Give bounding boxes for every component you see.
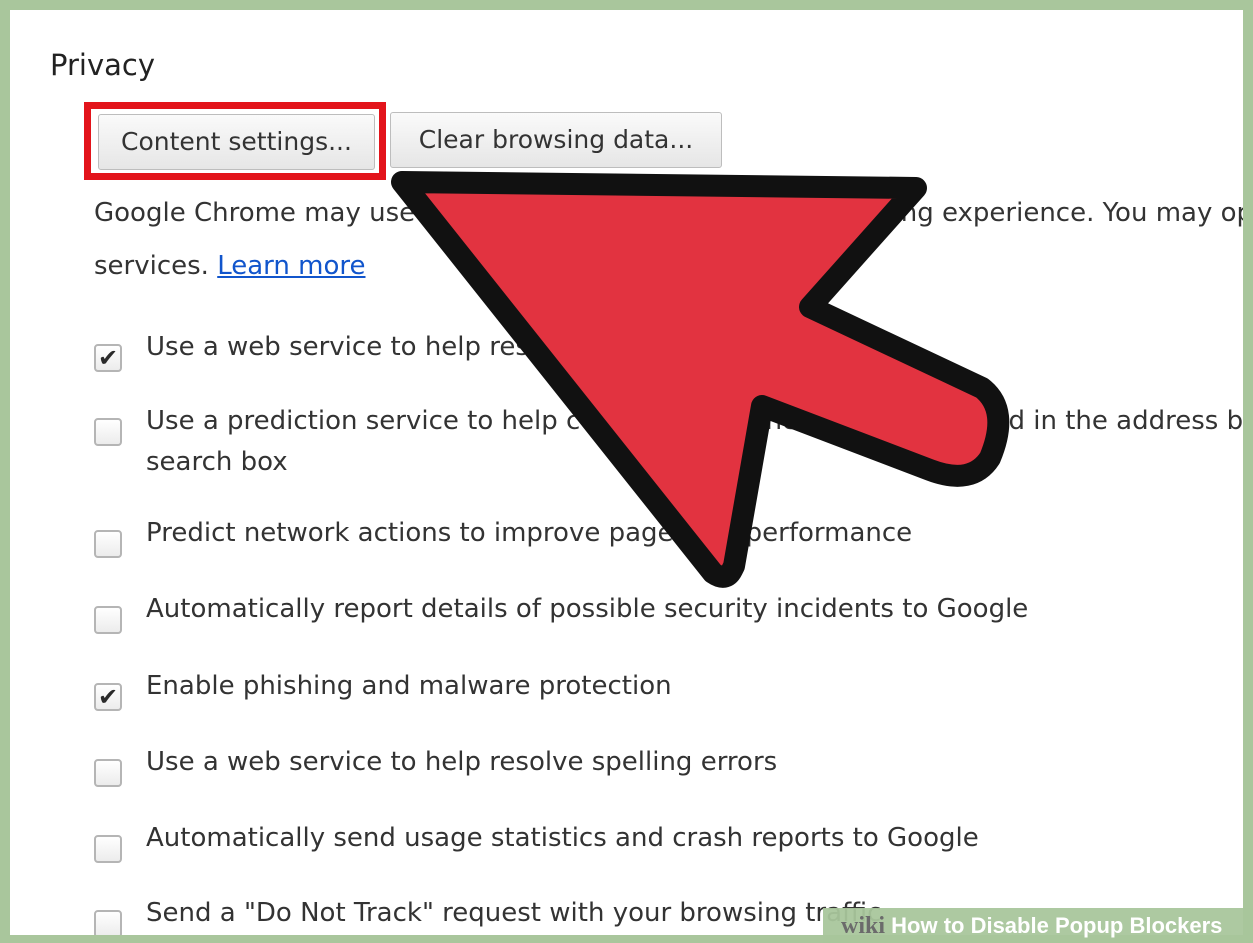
wikihow-logo: wiki <box>841 913 886 939</box>
privacy-settings-panel: Privacy Content settings... Clear browsi… <box>10 10 1243 935</box>
watermark-title: How to Disable Popup Blockers <box>891 913 1223 938</box>
red-arrow-icon <box>391 171 1010 588</box>
watermark-banner: wiki How to Disable Popup Blockers <box>823 908 1253 943</box>
